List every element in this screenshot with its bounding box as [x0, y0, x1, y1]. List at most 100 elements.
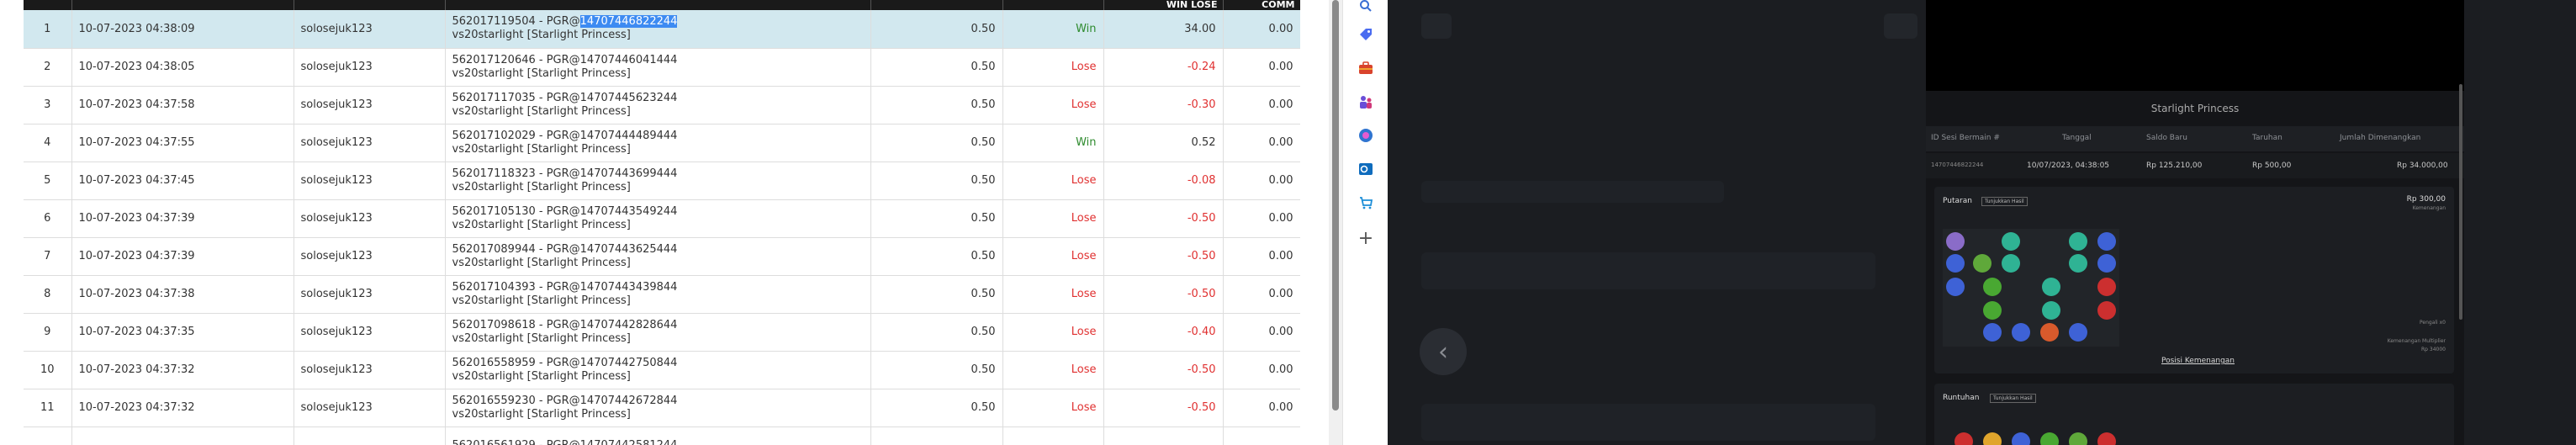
table-row[interactable]: 6 10-07-2023 04:37:39 solosejuk123 56201710… — [24, 199, 1300, 237]
shopping-cart-icon[interactable] — [1355, 192, 1377, 214]
row-datetime: 10-07-2023 04:37:39 — [71, 237, 294, 275]
row-datetime: 10-07-2023 04:38:05 — [71, 48, 294, 86]
vertical-scrollbar-thumb[interactable] — [1332, 0, 1339, 411]
briefcase-icon[interactable] — [1355, 57, 1377, 79]
row-game-name: vs20starlight [Starlight Princess] — [452, 142, 631, 156]
row-stake — [870, 426, 1003, 445]
row-stake: 0.50 — [870, 351, 1003, 389]
row-result: Lose — [1002, 237, 1104, 275]
row-datetime: 10-07-2023 04:38:09 — [71, 10, 294, 48]
row-number — [24, 426, 72, 445]
row-win-lose: -0.50 — [1103, 389, 1224, 426]
row-ref-prefix: 562016558959 - PGR@ — [452, 356, 580, 369]
row-ref-id[interactable]: 14707442750844 — [580, 357, 678, 369]
bet-table-wrapper: WIN LOSE COMM 1 10-07-2023 04:38:09 solose… — [24, 0, 1300, 445]
winning-positions-link[interactable]: Posisi Kemenangan — [2161, 357, 2235, 365]
plus-icon[interactable]: + — [1355, 227, 1377, 249]
row-game-name: vs20starlight [Starlight Princess] — [452, 180, 631, 193]
row-result: Lose — [1002, 162, 1104, 199]
row-result: Win — [1002, 10, 1104, 48]
row-ref-id[interactable]: 14707442828644 — [580, 319, 678, 331]
row-datetime: 10-07-2023 04:37:32 — [71, 351, 294, 389]
row-result — [1002, 426, 1104, 445]
row-commission: 0.00 — [1223, 10, 1300, 48]
table-row[interactable]: 2 10-07-2023 04:38:05 solosejuk123 56201712… — [24, 48, 1300, 86]
row-win-lose: -0.50 — [1103, 351, 1224, 389]
row-ref-id[interactable]: 14707442581244 — [580, 439, 678, 445]
row-commission — [1223, 426, 1300, 445]
spin-show-result-button[interactable]: Tunjukkan Hasil — [1981, 197, 2028, 206]
row-number: 2 — [24, 48, 72, 86]
col-header-ref — [445, 0, 871, 10]
table-row[interactable]: 7 10-07-2023 04:37:39 solosejuk123 56201708… — [24, 237, 1300, 275]
green-gem-icon — [2002, 254, 2020, 273]
row-datetime: 10-07-2023 04:37:55 — [71, 124, 294, 162]
row-commission: 0.00 — [1223, 48, 1300, 86]
multiplier-win-label: Kemenangan Multiplier — [2387, 338, 2446, 344]
back-chevron-icon[interactable]: ‹ — [1420, 328, 1467, 375]
row-reference: 562017089944 - PGR@14707443625444 vs20sta… — [445, 237, 871, 275]
row-ref-id[interactable]: 14707443625444 — [580, 243, 678, 256]
copilot-icon[interactable] — [1355, 124, 1377, 146]
row-username: solosejuk123 — [294, 86, 446, 124]
row-win-lose: 0.52 — [1103, 124, 1224, 162]
row-win-lose: -0.08 — [1103, 162, 1224, 199]
tumble-show-result-button[interactable]: Tunjukkan Hasil — [1990, 394, 2036, 403]
search-icon[interactable] — [1355, 0, 1377, 17]
table-row[interactable]: 10 10-07-2023 04:37:32 solosejuk123 5620165… — [24, 351, 1300, 389]
row-username: solosejuk123 — [294, 351, 446, 389]
yellow-gem-icon — [1983, 432, 2002, 445]
row-ref-id[interactable]: 14707446822244 — [579, 15, 678, 29]
table-row[interactable]: 562016561929 - PGR@14707442581244 — [24, 426, 1300, 445]
row-ref-id[interactable]: 14707443439844 — [580, 281, 678, 294]
table-row[interactable]: 8 10-07-2023 04:37:38 solosejuk123 56201710… — [24, 275, 1300, 313]
row-commission: 0.00 — [1223, 351, 1300, 389]
row-commission: 0.00 — [1223, 162, 1300, 199]
header-bet: Taruhan — [2252, 134, 2282, 142]
row-stake: 0.50 — [870, 86, 1003, 124]
crown-symbol-icon — [2069, 432, 2087, 445]
row-ref-prefix: 562017120646 - PGR@ — [452, 53, 580, 66]
modal-scrollbar[interactable] — [2459, 84, 2462, 320]
green-gem-icon — [1983, 301, 2002, 320]
green-gem-icon — [2042, 278, 2060, 296]
people-icon[interactable] — [1355, 91, 1377, 113]
spin-win-label: Kemenangan — [2412, 205, 2446, 211]
table-row[interactable]: 9 10-07-2023 04:37:35 solosejuk123 56201709… — [24, 313, 1300, 351]
col-header-user — [294, 0, 446, 10]
blue-gem-icon — [2097, 254, 2116, 273]
row-username — [294, 426, 446, 445]
header-win: Jumlah Dimenangkan — [2340, 134, 2421, 142]
row-ref-prefix: 562017117035 - PGR@ — [452, 91, 580, 104]
green-gem-icon — [2069, 254, 2087, 273]
row-datetime: 10-07-2023 04:37:58 — [71, 86, 294, 124]
row-ref-id[interactable]: 14707443549244 — [580, 205, 678, 218]
row-username: solosejuk123 — [294, 237, 446, 275]
row-ref-id[interactable]: 14707442672844 — [580, 395, 678, 407]
table-row[interactable]: 4 10-07-2023 04:37:55 solosejuk123 56201710… — [24, 124, 1300, 162]
row-ref-id[interactable]: 14707444489444 — [580, 130, 678, 142]
table-row[interactable]: 11 10-07-2023 04:37:32 solosejuk123 5620165… — [24, 389, 1300, 426]
table-row[interactable]: 1 10-07-2023 04:38:09 solosejuk123 56201711… — [24, 10, 1300, 48]
row-ref-id[interactable]: 14707445623244 — [580, 92, 678, 104]
session-info-row: 14707446822244 10/07/2023, 04:38:05 Rp 1… — [1926, 153, 2464, 178]
col-header-comm: COMM — [1223, 0, 1300, 10]
col-header-winlose: WIN LOSE — [1103, 0, 1224, 10]
row-result: Lose — [1002, 313, 1104, 351]
row-commission: 0.00 — [1223, 124, 1300, 162]
row-ref-id[interactable]: 14707446041444 — [580, 54, 678, 66]
row-ref-prefix: 562017098618 - PGR@ — [452, 318, 580, 331]
row-win-lose — [1103, 426, 1224, 445]
tag-icon[interactable] — [1355, 24, 1377, 45]
table-row[interactable]: 5 10-07-2023 04:37:45 solosejuk123 56201711… — [24, 162, 1300, 199]
table-row[interactable]: 3 10-07-2023 04:37:58 solosejuk123 56201711… — [24, 86, 1300, 124]
row-ref-prefix: 562016559230 - PGR@ — [452, 394, 580, 407]
row-number: 10 — [24, 351, 72, 389]
row-game-name: vs20starlight [Starlight Princess] — [452, 218, 631, 231]
row-reference: 562017120646 - PGR@14707446041444 vs20sta… — [445, 48, 871, 86]
row-ref-id[interactable]: 14707443699444 — [580, 167, 678, 180]
outlook-icon[interactable] — [1355, 158, 1377, 180]
blue-gem-icon — [1983, 323, 2002, 342]
blue-gem-icon — [2097, 232, 2116, 251]
row-game-name: vs20starlight [Starlight Princess] — [452, 369, 631, 383]
